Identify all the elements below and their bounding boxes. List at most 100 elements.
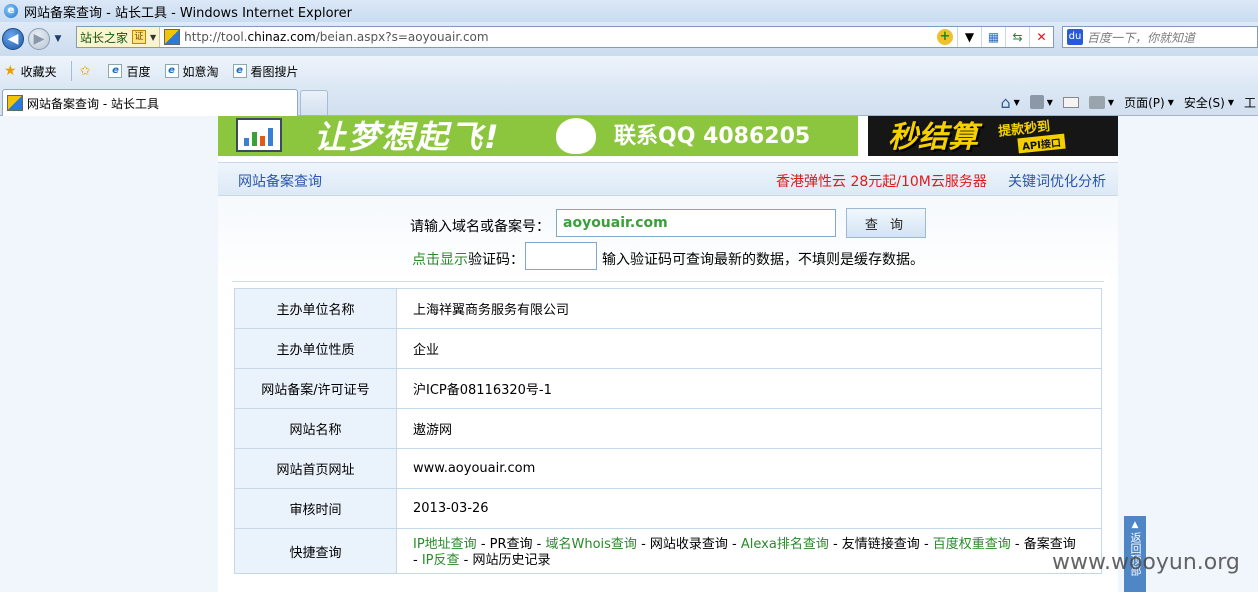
link-separator: - bbox=[459, 553, 473, 568]
favorites-bar: ★ 收藏夹 ✩ e 百度 e 如意淘 e 看图搜片 bbox=[0, 56, 1258, 86]
mail-icon bbox=[1062, 96, 1079, 108]
refresh-icon[interactable]: ⇆ bbox=[1005, 27, 1029, 47]
link-separator: - bbox=[413, 553, 422, 568]
chevron-down-icon: ▼ bbox=[1107, 97, 1115, 107]
forward-button[interactable]: ▶ bbox=[28, 28, 50, 50]
row-value: 遨游网 bbox=[396, 408, 1102, 449]
arrow-up-icon: ▲ bbox=[1131, 520, 1139, 530]
banner-ad-left[interactable]: 让梦想起飞! 联系QQ 4086205 bbox=[218, 116, 858, 156]
content-container: 让梦想起飞! 联系QQ 4086205 秒结算 提款秒到 API接口 网站备案查… bbox=[218, 116, 1118, 592]
chevron-down-icon: ▼ bbox=[1167, 97, 1174, 107]
row-key: 网站备案/许可证号 bbox=[234, 368, 397, 409]
query-button[interactable]: 查 询 bbox=[846, 208, 926, 238]
safety-menu[interactable]: 安全(S) ▼ bbox=[1184, 94, 1234, 111]
print-button[interactable]: ▼ bbox=[1088, 95, 1115, 109]
qq-penguin-icon bbox=[556, 118, 596, 154]
captcha-hint: 输入验证码可查询最新的数据，不填则是缓存数据。 bbox=[602, 252, 924, 268]
chevron-down-icon: ▼ bbox=[150, 32, 157, 42]
site-history-link[interactable]: 网站历史记录 bbox=[472, 553, 550, 568]
banner-ad-right[interactable]: 秒结算 提款秒到 API接口 bbox=[868, 116, 1118, 156]
captcha-label: 验证码： bbox=[468, 252, 524, 268]
baidu-paw-icon: du bbox=[1067, 29, 1083, 45]
chinaz-badge-label: 站长之家 bbox=[80, 30, 129, 45]
ie-page-icon: e bbox=[108, 64, 123, 78]
whois-lookup-link[interactable]: 域名Whois查询 bbox=[546, 537, 637, 552]
favorite-link-ruyitao[interactable]: e 如意淘 bbox=[164, 63, 219, 80]
form-divider bbox=[232, 281, 1104, 282]
certificate-icon: 证 bbox=[132, 30, 147, 44]
back-button[interactable]: ◀ bbox=[2, 28, 24, 50]
link-separator: - bbox=[1010, 537, 1024, 552]
address-dropdown-icon[interactable]: ▼ bbox=[957, 27, 981, 47]
banner-qq: 联系QQ 4086205 bbox=[614, 124, 811, 149]
table-row: 网站备案/许可证号 沪ICP备08116320号-1 bbox=[234, 368, 1102, 409]
link-separator: - bbox=[476, 537, 490, 552]
ie-page-icon: e bbox=[232, 64, 247, 78]
home-icon: ⌂ bbox=[1000, 92, 1011, 112]
tools-menu[interactable]: 工 bbox=[1244, 94, 1256, 111]
search-placeholder: 百度一下，你就知道 bbox=[1087, 30, 1196, 45]
alexa-lookup-link[interactable]: Alexa排名查询 bbox=[741, 537, 829, 552]
address-actions: + ▼ ▦ ⇆ ✕ bbox=[933, 27, 1053, 47]
stop-icon[interactable]: ✕ bbox=[1029, 27, 1053, 47]
search-field[interactable]: du 百度一下，你就知道 bbox=[1062, 26, 1258, 48]
printer-icon bbox=[1088, 95, 1105, 109]
section-header: 网站备案查询 香港弹性云 28元起/10M云服务器 关键词优化分析 bbox=[218, 162, 1118, 196]
tab-bar: 网站备案查询 - 站长工具 ⌂ ▼ ▼ ▼ 页面(P) ▼ 安全(S) ▼ 工 bbox=[0, 86, 1258, 116]
mail-button[interactable] bbox=[1062, 96, 1079, 108]
favorite-link-label: 百度 bbox=[126, 64, 151, 79]
pr-lookup-link[interactable]: PR查询 bbox=[490, 537, 533, 552]
feed-icon bbox=[1029, 95, 1044, 109]
promo-link[interactable]: 香港弹性云 28元起/10M云服务器 bbox=[776, 171, 987, 191]
baidu-weight-lookup-link[interactable]: 百度权重查询 bbox=[933, 537, 1011, 552]
url-text[interactable]: http://tool.chinaz.com/beian.aspx?s=aoyo… bbox=[184, 30, 488, 44]
ip-lookup-link[interactable]: IP地址查询 bbox=[413, 537, 477, 552]
address-toolbar: ◀ ▶ ▼ 站长之家 证 ▼ http://tool.chinaz.com/be… bbox=[0, 22, 1258, 56]
feeds-button[interactable]: ▼ bbox=[1029, 95, 1053, 109]
favorite-link-image-search[interactable]: e 看图搜片 bbox=[232, 63, 299, 80]
query-form: 请输入域名或备案号： aoyouair.com 查 询 点击显示 验证码： 输入… bbox=[218, 196, 1118, 280]
link-separator: - bbox=[727, 537, 741, 552]
new-tab-button[interactable] bbox=[300, 90, 328, 115]
row-key: 审核时间 bbox=[234, 488, 397, 529]
show-captcha-link[interactable]: 点击显示 bbox=[412, 249, 468, 269]
link-separator: - bbox=[919, 537, 933, 552]
table-row-quick: 快捷查询 IP地址查询 - PR查询 - 域名Whois查询 - 网站收录查询 … bbox=[234, 528, 1102, 574]
domain-input[interactable]: aoyouair.com bbox=[556, 209, 836, 237]
watermark: www.wooyun.org bbox=[1052, 550, 1240, 575]
row-value: 企业 bbox=[396, 328, 1102, 369]
safety-menu-label: 安全(S) bbox=[1183, 95, 1225, 110]
favorites-button[interactable]: ★ 收藏夹 bbox=[4, 63, 57, 80]
compatibility-view-icon[interactable]: ▦ bbox=[981, 27, 1005, 47]
reverse-ip-link[interactable]: IP反查 bbox=[422, 553, 460, 568]
seo-link[interactable]: 关键词优化分析 bbox=[1008, 171, 1106, 191]
ie-logo-icon: e bbox=[4, 4, 18, 18]
site-favicon-icon bbox=[7, 95, 23, 111]
table-row: 主办单位名称 上海祥翼商务服务有限公司 bbox=[234, 288, 1102, 329]
row-key: 网站名称 bbox=[234, 408, 397, 449]
add-plugin-icon[interactable]: + bbox=[933, 27, 957, 47]
row-value: 2013-03-26 bbox=[396, 488, 1102, 529]
favorite-link-baidu[interactable]: e 百度 bbox=[108, 63, 151, 80]
friend-links-lookup-link[interactable]: 友情链接查询 bbox=[842, 537, 920, 552]
add-favorite-button[interactable]: ✩ bbox=[80, 64, 95, 79]
window-titlebar: e 网站备案查询 - 站长工具 - Windows Internet Explo… bbox=[0, 0, 1258, 22]
history-dropdown-icon[interactable]: ▼ bbox=[52, 34, 64, 44]
tab-beian[interactable]: 网站备案查询 - 站长工具 bbox=[2, 89, 298, 116]
chinaz-badge[interactable]: 站长之家 证 ▼ bbox=[77, 27, 161, 47]
row-key: 快捷查询 bbox=[234, 528, 397, 574]
section-title[interactable]: 网站备案查询 bbox=[238, 171, 322, 191]
captcha-input[interactable] bbox=[525, 242, 597, 270]
home-button[interactable]: ⌂ ▼ bbox=[1000, 93, 1019, 112]
link-separator: - bbox=[532, 537, 546, 552]
address-field[interactable]: 站长之家 证 ▼ http://tool.chinaz.com/beian.as… bbox=[76, 26, 1054, 48]
row-value: www.aoyouair.com bbox=[396, 448, 1102, 489]
row-key: 网站首页网址 bbox=[234, 448, 397, 489]
quick-links: IP地址查询 - PR查询 - 域名Whois查询 - 网站收录查询 - Ale… bbox=[396, 528, 1102, 574]
favorite-link-label: 如意淘 bbox=[182, 64, 219, 79]
page-menu[interactable]: 页面(P) ▼ bbox=[1124, 94, 1174, 111]
index-lookup-link[interactable]: 网站收录查询 bbox=[650, 537, 728, 552]
link-separator: - bbox=[636, 537, 650, 552]
window-title: 网站备案查询 - 站长工具 - Windows Internet Explore… bbox=[24, 5, 352, 21]
site-favicon-icon bbox=[164, 29, 181, 45]
